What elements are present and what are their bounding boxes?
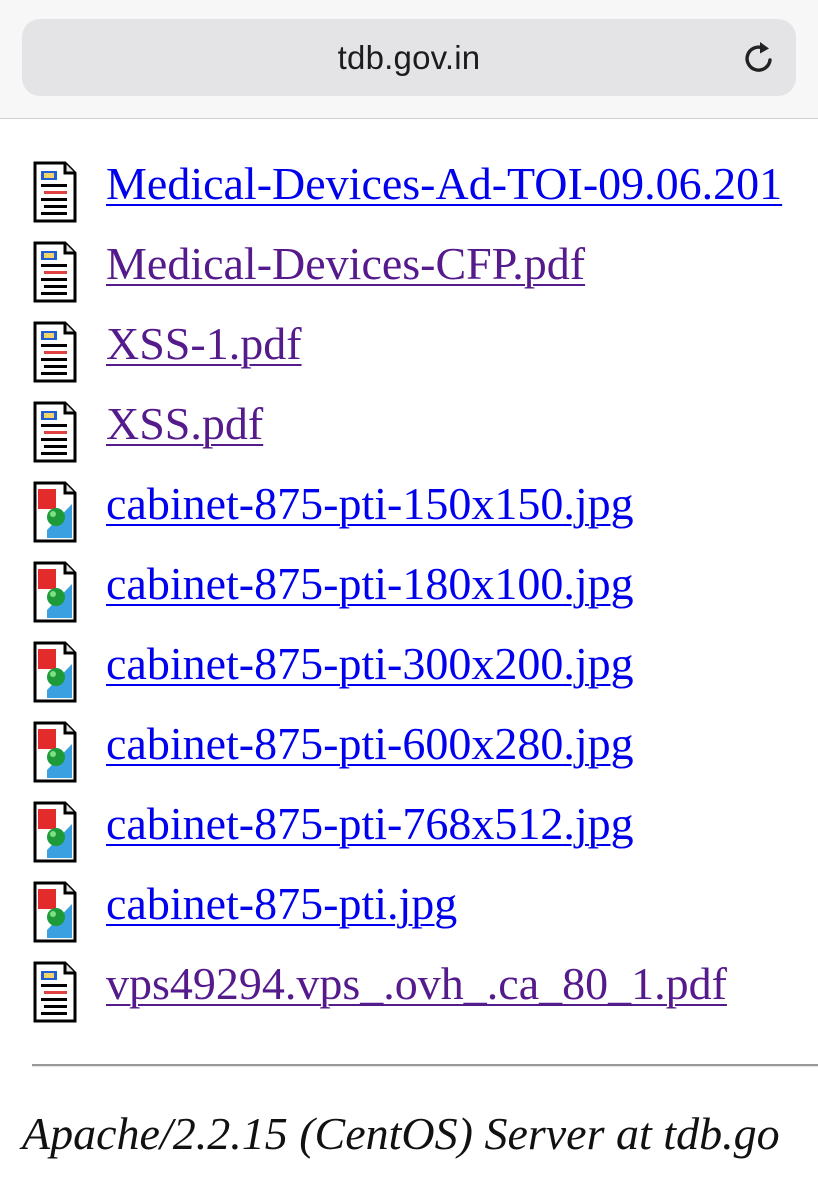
image-file-icon — [32, 480, 78, 544]
directory-listing: KIFT.pdf Medical-Devices-Ad-TOI-09.06.20… — [0, 0, 818, 1200]
file-link[interactable]: cabinet-875-pti-180x100.jpg — [106, 554, 634, 614]
browser-toolbar: tdb.gov.in — [0, 0, 818, 119]
document-file-icon — [32, 160, 78, 224]
file-row: Medical-Devices-Ad-TOI-09.06.201 — [0, 158, 818, 240]
file-row: cabinet-875-pti-150x150.jpg — [0, 478, 818, 560]
document-file-icon — [32, 320, 78, 384]
file-row: cabinet-875-pti.jpg — [0, 878, 818, 960]
file-link[interactable]: Medical-Devices-Ad-TOI-09.06.201 — [106, 154, 782, 214]
address-bar[interactable]: tdb.gov.in — [22, 19, 796, 96]
document-file-icon — [32, 240, 78, 304]
file-link[interactable]: XSS-1.pdf — [106, 314, 302, 374]
file-link[interactable]: cabinet-875-pti-150x150.jpg — [106, 474, 634, 534]
file-link[interactable]: cabinet-875-pti-600x280.jpg — [106, 714, 634, 774]
file-row: cabinet-875-pti-768x512.jpg — [0, 798, 818, 880]
file-link[interactable]: cabinet-875-pti-300x200.jpg — [106, 634, 634, 694]
file-row: cabinet-875-pti-600x280.jpg — [0, 718, 818, 800]
file-row: cabinet-875-pti-300x200.jpg — [0, 638, 818, 720]
reload-icon[interactable] — [740, 39, 778, 77]
divider — [32, 1064, 818, 1067]
file-link[interactable]: XSS.pdf — [106, 394, 263, 454]
file-row: XSS-1.pdf — [0, 318, 818, 400]
file-row: Medical-Devices-CFP.pdf — [0, 238, 818, 320]
document-file-icon — [32, 960, 78, 1024]
file-link[interactable]: cabinet-875-pti-768x512.jpg — [106, 794, 634, 854]
image-file-icon — [32, 720, 78, 784]
file-link[interactable]: cabinet-875-pti.jpg — [106, 874, 457, 934]
file-row: cabinet-875-pti-180x100.jpg — [0, 558, 818, 640]
file-link[interactable]: Medical-Devices-CFP.pdf — [106, 234, 585, 294]
document-file-icon — [32, 400, 78, 464]
image-file-icon — [32, 880, 78, 944]
file-link[interactable]: vps49294.vps_.ovh_.ca_80_1.pdf — [106, 954, 727, 1014]
server-signature: Apache/2.2.15 (CentOS) Server at tdb.go — [22, 1108, 780, 1159]
file-row: vps49294.vps_.ovh_.ca_80_1.pdf — [0, 958, 818, 1040]
url-text[interactable]: tdb.gov.in — [22, 19, 796, 96]
file-row: XSS.pdf — [0, 398, 818, 480]
image-file-icon — [32, 560, 78, 624]
image-file-icon — [32, 800, 78, 864]
image-file-icon — [32, 640, 78, 704]
